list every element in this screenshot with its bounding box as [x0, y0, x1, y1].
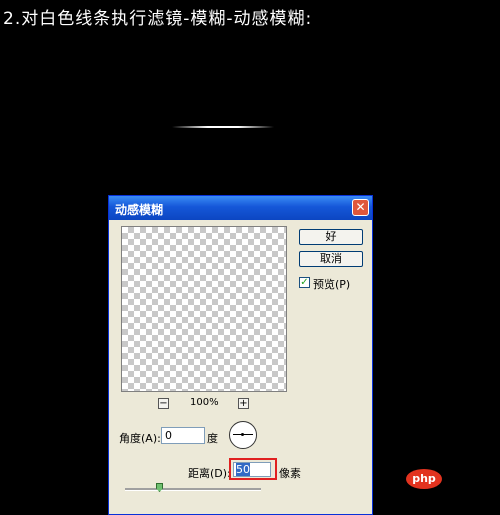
motion-blur-dialog: 动感模糊 ✕ 好 取消 ✓ 预览(P) − 100% + 角度(A): 度 距离… — [108, 195, 373, 515]
distance-highlight-box: 50 — [229, 458, 277, 480]
distance-slider-track[interactable] — [125, 488, 261, 491]
zoom-out-icon: − — [159, 398, 168, 409]
distance-input[interactable]: 50 — [233, 462, 271, 477]
preview-pane[interactable] — [121, 226, 287, 392]
step-caption: 2.对白色线条执行滤镜-模糊-动感模糊: — [3, 9, 313, 29]
angle-input[interactable] — [161, 427, 205, 444]
php-watermark-logo: php — [406, 469, 442, 489]
checkbox-check-icon: ✓ — [300, 277, 309, 288]
zoom-level: 100% — [190, 397, 219, 408]
distance-value: 50 — [236, 463, 250, 476]
blurred-white-line — [172, 126, 274, 128]
distance-label: 距离(D): — [188, 467, 231, 480]
zoom-out-button[interactable]: − — [158, 398, 169, 409]
cancel-button[interactable]: 取消 — [299, 251, 363, 267]
dialog-titlebar[interactable]: 动感模糊 ✕ — [109, 196, 372, 220]
preview-checkbox[interactable]: ✓ — [299, 277, 310, 288]
ok-button[interactable]: 好 — [299, 229, 363, 245]
angle-unit: 度 — [207, 432, 218, 445]
close-button[interactable]: ✕ — [352, 199, 369, 216]
close-icon: ✕ — [355, 200, 366, 214]
angle-dial-icon[interactable] — [229, 421, 257, 449]
angle-label: 角度(A): — [119, 432, 161, 445]
distance-unit: 像素 — [279, 467, 301, 480]
zoom-in-button[interactable]: + — [238, 398, 249, 409]
preview-checkbox-label[interactable]: 预览(P) — [313, 276, 350, 292]
angle-dial-center — [241, 433, 244, 436]
dialog-title: 动感模糊 — [115, 203, 164, 217]
zoom-in-icon: + — [239, 398, 248, 409]
